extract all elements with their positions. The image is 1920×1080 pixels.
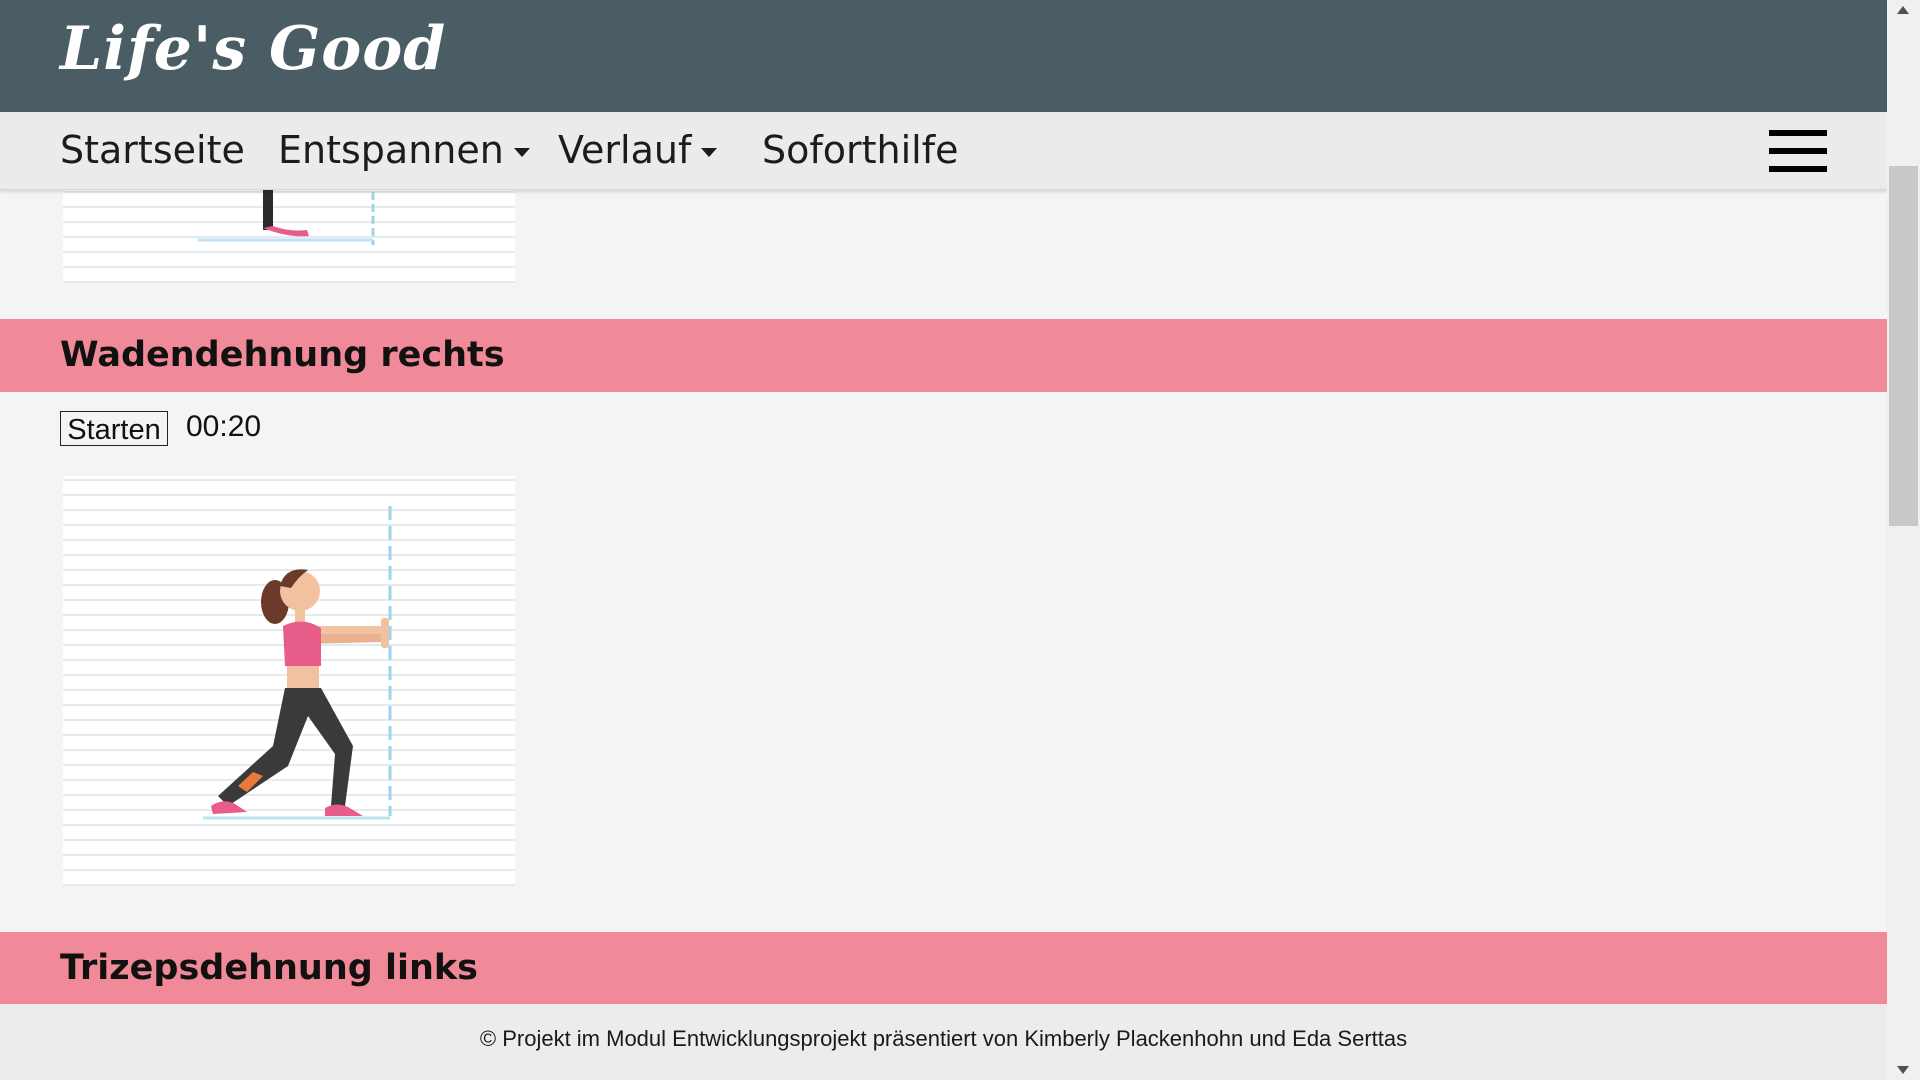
- nav-item-label: Entspannen: [278, 128, 504, 172]
- scrollbar-thumb[interactable]: [1889, 166, 1918, 526]
- hamburger-icon[interactable]: [1769, 130, 1827, 172]
- vertical-scrollbar[interactable]: [1887, 0, 1920, 1080]
- exercise-section-header: Trizepsdehnung links: [0, 932, 1887, 1005]
- start-button[interactable]: Starten: [60, 411, 168, 446]
- caret-down-icon: [701, 148, 718, 157]
- scroll-down-icon[interactable]: [1897, 1066, 1909, 1074]
- page: Wadendehnung rechts Starten 00:20 Trizep…: [0, 0, 1887, 1080]
- exercise-section-header: Wadendehnung rechts: [0, 319, 1887, 392]
- nav-item-entspannen[interactable]: Entspannen: [278, 128, 530, 172]
- footer-text: © Projekt im Modul Entwicklungsprojekt p…: [479, 1026, 1408, 1051]
- nav-item-label: Startseite: [60, 128, 245, 172]
- main-navigation: Startseite Entspannen Verlauf Soforthilf…: [0, 112, 1887, 190]
- footer: © Projekt im Modul Entwicklungsprojekt p…: [0, 1004, 1887, 1080]
- nav-item-verlauf[interactable]: Verlauf: [558, 128, 718, 172]
- site-logo[interactable]: Life's Good: [60, 14, 446, 84]
- calf-stretch-illustration: [63, 476, 515, 886]
- brand-header: Life's Good: [0, 0, 1887, 112]
- scroll-up-icon[interactable]: [1897, 6, 1909, 14]
- nav-item-startseite[interactable]: Startseite: [60, 128, 245, 172]
- exercise-title: Trizepsdehnung links: [60, 948, 479, 988]
- nav-item-label: Verlauf: [558, 128, 692, 172]
- timer-display: 00:20: [186, 410, 262, 443]
- caret-down-icon: [513, 148, 530, 157]
- nav-item-soforthilfe[interactable]: Soforthilfe: [762, 128, 958, 172]
- nav-item-label: Soforthilfe: [762, 128, 959, 172]
- exercise-title: Wadendehnung rechts: [60, 335, 505, 375]
